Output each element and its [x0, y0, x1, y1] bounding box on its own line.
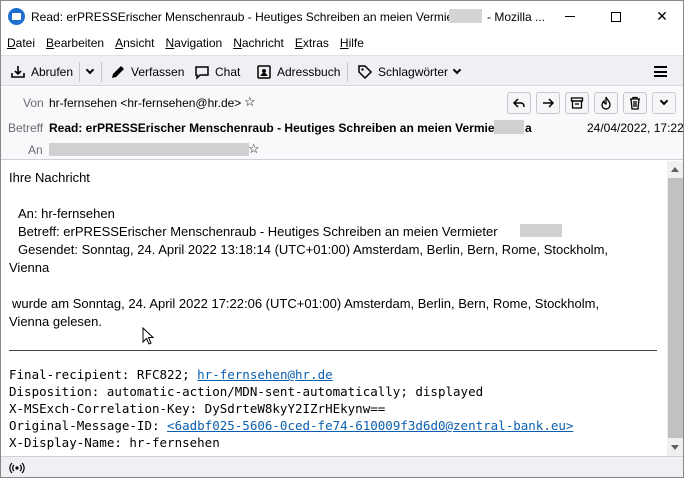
- subject-line: Betreff: erPRESSErischer Menschenraub - …: [18, 224, 498, 239]
- window-title: Read: erPRESSErischer Menschenraub - Heu…: [31, 10, 468, 24]
- fetch-dropdown-button[interactable]: [81, 61, 95, 83]
- maximize-icon: [611, 11, 621, 22]
- chevron-down-icon: [452, 65, 462, 75]
- minimize-icon: [565, 16, 575, 17]
- mouse-cursor-icon: [142, 327, 154, 345]
- archive-button[interactable]: [565, 92, 589, 114]
- fetch-label: Abrufen: [31, 65, 74, 79]
- thunderbird-app-icon: [8, 8, 25, 25]
- original-message-id-label: Original-Message-ID:: [9, 418, 160, 433]
- greeting-text: Ihre Nachricht: [9, 170, 90, 185]
- chat-button[interactable]: Chat: [194, 61, 240, 83]
- mail-window: Read: erPRESSErischer Menschenraub - Heu…: [0, 0, 684, 478]
- forward-button[interactable]: [536, 92, 560, 114]
- final-recipient-line: Final-recipient: RFC822; hr-fernsehen@hr…: [9, 367, 333, 382]
- disposition-line: Disposition: automatic-action/MDN-sent-a…: [9, 384, 484, 399]
- title-bar: Read: erPRESSErischer Menschenraub - Heu…: [1, 1, 683, 32]
- status-bar: [1, 456, 683, 477]
- reply-button[interactable]: [507, 92, 531, 114]
- pencil-icon: [110, 64, 126, 80]
- menu-bearbeiten[interactable]: Bearbeiten: [46, 36, 104, 50]
- fetch-button[interactable]: Abrufen: [10, 61, 73, 83]
- maximize-button[interactable]: [593, 1, 639, 32]
- menu-nachricht[interactable]: Nachricht: [233, 36, 284, 50]
- menu-navigation[interactable]: Navigation: [165, 36, 222, 50]
- trash-icon: [630, 96, 640, 110]
- menu-ansicht[interactable]: Ansicht: [115, 36, 154, 50]
- chevron-down-icon: [659, 96, 669, 106]
- read-line-continuation: Vienna gelesen.: [9, 314, 103, 329]
- subject-label: Betreff: [8, 121, 44, 135]
- window-title-suffix: - Mozilla ...: [487, 10, 546, 24]
- close-button[interactable]: ✕: [639, 1, 683, 32]
- subject-tail: a: [525, 121, 532, 135]
- original-message-id-line: Original-Message-ID: <6adbf025-5606-0ced…: [9, 418, 573, 433]
- menu-extras[interactable]: Extras: [295, 36, 329, 50]
- from-value[interactable]: hr-fernsehen <hr-fernsehen@hr.de>: [49, 96, 241, 110]
- tags-button[interactable]: Schlagwörter: [357, 61, 462, 83]
- menu-hilfe[interactable]: Hilfe: [340, 36, 364, 50]
- archive-icon: [570, 97, 584, 109]
- chat-label: Chat: [215, 65, 241, 79]
- download-icon: [10, 64, 26, 80]
- toolbar-separator: [101, 62, 102, 82]
- delete-button[interactable]: [623, 92, 647, 114]
- minimize-button[interactable]: [547, 1, 593, 32]
- subject-value: Read: erPRESSErischer Menschenraub - Heu…: [49, 121, 510, 135]
- original-message-id-link[interactable]: <6adbf025-5606-0ced-fe74-610009f3d6d0@ze…: [167, 418, 573, 433]
- redacted-recipient-block[interactable]: [49, 143, 249, 156]
- toolbar-separator: [79, 62, 80, 82]
- addressbook-label: Adressbuch: [277, 65, 341, 79]
- divider: [9, 350, 657, 351]
- compose-label: Verfassen: [131, 65, 185, 79]
- chat-bubble-icon: [194, 64, 210, 80]
- from-label: Von: [23, 96, 44, 110]
- junk-button[interactable]: [594, 92, 618, 114]
- final-recipient-link[interactable]: hr-fernsehen@hr.de: [197, 367, 332, 382]
- reply-icon: [512, 98, 525, 108]
- more-actions-button[interactable]: [652, 92, 676, 114]
- sent-line: Gesendet: Sonntag, 24. April 2022 13:18:…: [18, 242, 609, 257]
- online-status-icon[interactable]: [9, 462, 25, 474]
- to-line: An: hr-fernsehen: [18, 206, 115, 221]
- compose-button[interactable]: Verfassen: [110, 61, 184, 83]
- flame-icon: [601, 96, 611, 110]
- tag-icon: [357, 64, 373, 80]
- address-book-icon: [256, 64, 272, 80]
- scrollbar-thumb[interactable]: [668, 178, 683, 438]
- scroll-down-arrow-icon[interactable]: [671, 445, 679, 450]
- read-line: wurde am Sonntag, 24. April 2022 17:22:0…: [12, 296, 600, 311]
- final-recipient-label: Final-recipient: RFC822;: [9, 367, 190, 382]
- app-menu-icon[interactable]: [654, 66, 667, 77]
- star-icon[interactable]: ☆: [248, 141, 260, 157]
- redacted-subject-block: [494, 120, 524, 134]
- menu-datei[interactable]: Datei: [7, 36, 35, 50]
- message-date: 24/04/2022, 17:22: [587, 121, 684, 135]
- redacted-body-block: [520, 224, 562, 237]
- forward-icon: [543, 98, 555, 108]
- toolbar-separator: [347, 62, 348, 82]
- tags-label: Schlagwörter: [378, 65, 449, 79]
- to-label: An: [28, 143, 43, 157]
- correlation-key-line: X-MSExch-Correlation-Key: DySdrteW8kyY2I…: [9, 401, 386, 416]
- addressbook-button[interactable]: Adressbuch: [256, 61, 340, 83]
- menu-bar: Datei Bearbeiten Ansicht Navigation Nach…: [1, 33, 683, 53]
- message-header: Von hr-fernsehen <hr-fernsehen@hr.de> ☆ …: [1, 87, 684, 160]
- main-toolbar: Abrufen Verfassen Chat Adressbuch Schlag…: [1, 55, 683, 86]
- chevron-down-icon: [85, 65, 95, 75]
- sent-line-continuation: Vienna: [9, 260, 50, 275]
- scroll-up-arrow-icon[interactable]: [671, 167, 679, 172]
- redacted-title-block: [449, 9, 482, 23]
- vertical-scrollbar[interactable]: [667, 161, 683, 456]
- display-name-line: X-Display-Name: hr-fernsehen: [9, 435, 220, 450]
- close-icon: ✕: [656, 8, 668, 24]
- star-icon[interactable]: ☆: [244, 94, 256, 110]
- message-body: Ihre Nachricht An: hr-fernsehen Betreff:…: [1, 161, 667, 456]
